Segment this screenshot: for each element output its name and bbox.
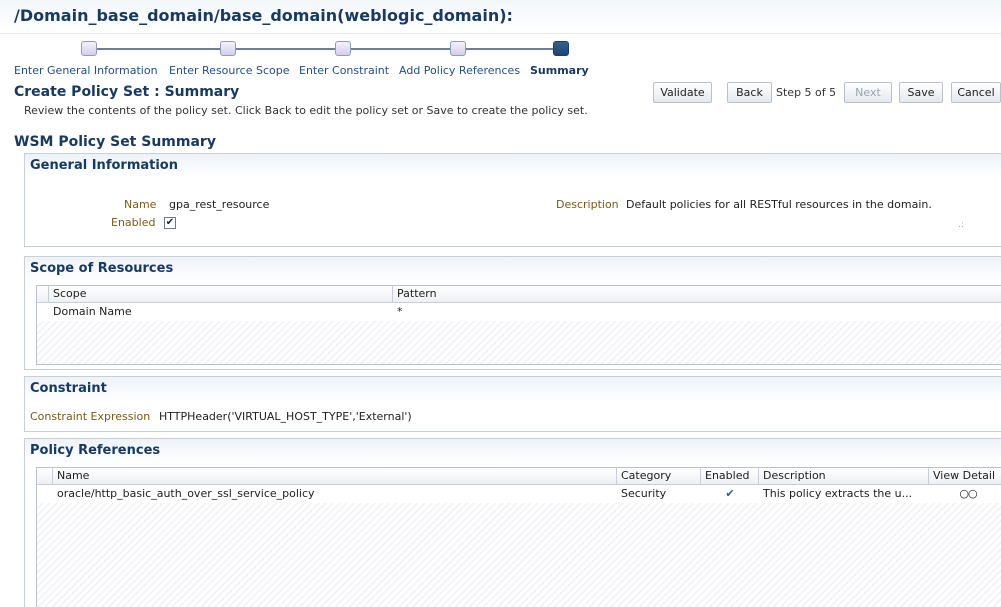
view-detail-glasses-icon[interactable]: ○○ (929, 485, 1001, 503)
policy-category-cell[interactable]: Security (617, 485, 701, 503)
pattern-cell[interactable]: * (393, 303, 1001, 321)
policy-enabled-check-icon: ✔ (701, 485, 759, 503)
policy-description-cell[interactable]: This policy extracts the u... (759, 485, 929, 503)
next-button[interactable]: Next (844, 82, 892, 103)
train-step-summary: Summary (530, 64, 589, 77)
row-header-cell (37, 485, 53, 503)
enabled-checkbox: ✔ (164, 217, 176, 229)
name-value: gpa_rest_resource (169, 198, 270, 211)
policy-references-panel: Policy References Name Category Enabled … (24, 438, 1001, 607)
train-step-scope[interactable]: Enter Resource Scope (169, 64, 289, 77)
general-info-header: General Information (25, 154, 1001, 178)
page-title: Create Policy Set : Summary (14, 84, 240, 100)
save-button[interactable]: Save (899, 82, 943, 103)
description-label: Description (556, 198, 619, 211)
train-step-general[interactable]: Enter General Information (14, 64, 158, 77)
train-stop-constraint[interactable] (335, 41, 351, 56)
step-indicator: Step 5 of 5 (776, 86, 837, 99)
name-column-header[interactable]: Name (53, 468, 617, 485)
general-info-panel: General Information Name gpa_rest_resour… (24, 153, 1001, 247)
policy-references-table: Name Category Enabled Description View D… (36, 467, 1001, 607)
page-header: /Domain_base_domain/base_domain(weblogic… (0, 0, 1001, 34)
row-header-column (37, 468, 53, 485)
summary-title: WSM Policy Set Summary (14, 134, 216, 150)
train-stop-references[interactable] (450, 41, 466, 56)
constraint-expression-label: Constraint Expression (30, 410, 151, 423)
pattern-column-header[interactable]: Pattern (393, 286, 1001, 303)
policy-references-header: Policy References (25, 439, 1001, 463)
description-column-header[interactable]: Description (759, 468, 929, 485)
constraint-header: Constraint (25, 377, 1001, 401)
train-step-references[interactable]: Add Policy References (399, 64, 520, 77)
scope-header: Scope of Resources (25, 257, 1001, 281)
resize-handle-icon[interactable]: .: (958, 220, 989, 230)
constraint-panel: Constraint Constraint Expression HTTPHea… (24, 376, 1001, 432)
cancel-button[interactable]: Cancel (951, 82, 1001, 103)
policy-name-cell[interactable]: oracle/http_basic_auth_over_ssl_service_… (53, 485, 617, 503)
back-button[interactable]: Back (727, 82, 772, 103)
scope-column-header[interactable]: Scope (49, 286, 393, 303)
scope-table: Scope Pattern Domain Name * (36, 285, 1001, 365)
general-info-title: General Information (30, 158, 178, 173)
description-value: Default policies for all RESTful resourc… (626, 198, 932, 211)
name-label: Name (124, 198, 157, 211)
enabled-column-header[interactable]: Enabled (701, 468, 759, 485)
row-header-column (37, 286, 49, 303)
scope-title: Scope of Resources (30, 261, 174, 276)
train-connector (96, 48, 561, 50)
constraint-title: Constraint (30, 381, 107, 396)
domain-title: /Domain_base_domain/base_domain(weblogic… (14, 6, 513, 25)
train-step-constraint[interactable]: Enter Constraint (299, 64, 389, 77)
train-stop-general[interactable] (81, 41, 97, 56)
scope-panel: Scope of Resources Scope Pattern Domain … (24, 256, 1001, 370)
train-stop-summary (553, 41, 569, 56)
page-instructions: Review the contents of the policy set. C… (24, 104, 588, 117)
train-stop-scope[interactable] (220, 41, 236, 56)
row-header-cell (37, 303, 49, 321)
scope-cell[interactable]: Domain Name (49, 303, 393, 321)
view-detail-column-header[interactable]: View Detail (929, 468, 1001, 485)
enabled-label: Enabled (111, 216, 156, 229)
policy-references-title: Policy References (30, 443, 161, 458)
category-column-header[interactable]: Category (617, 468, 701, 485)
constraint-expression-value: HTTPHeader('VIRTUAL_HOST_TYPE','External… (159, 410, 412, 423)
validate-button[interactable]: Validate (653, 82, 712, 103)
